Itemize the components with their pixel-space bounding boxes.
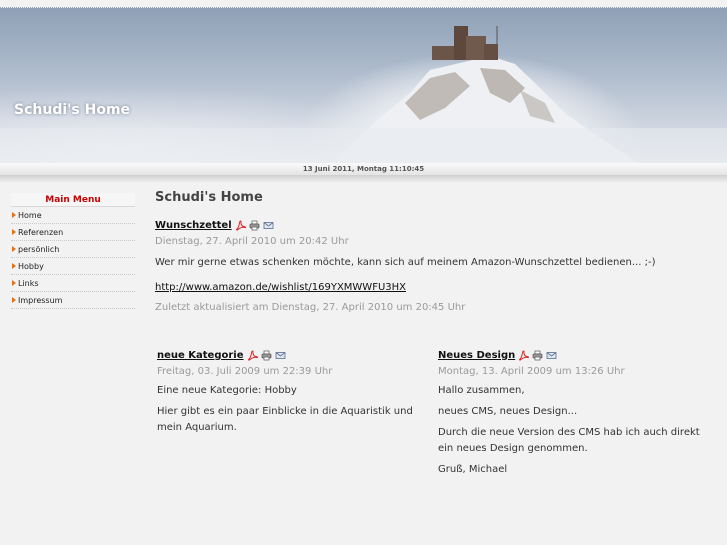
article-date: Dienstag, 27. April 2010 um 20:42 Uhr [155, 236, 349, 247]
pdf-icon[interactable] [518, 349, 530, 361]
article-text: Wer mir gerne etwas schenken möchte, kan… [155, 257, 656, 268]
page-title: Schudi's Home [155, 190, 263, 205]
date-bar: 13 Juni 2011, Montag 11:10:45 [0, 163, 727, 175]
sidebar-item-links[interactable]: Links [11, 275, 135, 292]
main-menu: Main Menu Home Referenzen persönlich Hob… [11, 193, 135, 309]
menu-title: Main Menu [11, 193, 135, 207]
article-link-row: http://www.amazon.de/wishlist/169YXMWWFU… [155, 275, 715, 294]
sidebar-item-label: Referenzen [18, 227, 64, 237]
pdf-icon[interactable] [247, 349, 258, 361]
pdf-icon[interactable] [235, 219, 246, 231]
article-title-link[interactable]: neue Kategorie [157, 350, 244, 361]
article-header: Wunschzettel [155, 218, 715, 232]
article-text: Gruß, Michael [438, 464, 508, 475]
article-text: neues CMS, neues Design... [438, 406, 578, 417]
arrow-icon [12, 263, 16, 269]
email-icon[interactable] [546, 350, 557, 361]
sidebar-item-label: Home [18, 210, 42, 220]
article-text: mein Aquarium. [157, 422, 237, 433]
print-icon[interactable] [249, 220, 260, 231]
site-title: Schudi's Home [14, 102, 131, 118]
sidebar-item-impressum[interactable]: Impressum [11, 292, 135, 309]
sidebar-item-label: Links [18, 278, 39, 288]
arrow-icon [12, 280, 16, 286]
featured-article: Wunschzettel Dienstag, 27. April 2010 um… [155, 218, 715, 314]
article-title-link[interactable]: Neues Design [438, 350, 515, 361]
article-header: neue Kategorie [157, 348, 427, 362]
email-icon[interactable] [263, 220, 274, 231]
article-date: Freitag, 03. Juli 2009 um 22:39 Uhr [157, 366, 333, 377]
arrow-icon [12, 229, 16, 235]
sidebar-item-persoenlich[interactable]: persönlich [11, 241, 135, 258]
email-icon[interactable] [275, 350, 286, 361]
article-title-link[interactable]: Wunschzettel [155, 220, 232, 231]
arrow-icon [12, 297, 16, 303]
sidebar-item-label: persönlich [18, 244, 60, 254]
article-neues-design: Neues Design Montag, 13. April 2009 um 1… [438, 348, 713, 478]
mountain-castle-image [0, 26, 727, 163]
wishlist-link[interactable]: http://www.amazon.de/wishlist/169YXMWWFU… [155, 282, 406, 293]
sidebar-item-hobby[interactable]: Hobby [11, 258, 135, 275]
print-icon[interactable] [261, 350, 272, 361]
arrow-icon [12, 246, 16, 252]
article-text: ein neues Design genommen. [438, 443, 588, 454]
divider [0, 175, 727, 183]
article-header: Neues Design [438, 348, 713, 362]
article-text: Hallo zusammen, [438, 385, 525, 396]
sidebar-item-home[interactable]: Home [11, 207, 135, 224]
article-text: Durch die neue Version des CMS hab ich a… [438, 427, 700, 438]
article-neue-kategorie: neue Kategorie Freitag, 03. Juli 2009 um… [157, 348, 427, 436]
article-updated: Zuletzt aktualisiert am Dienstag, 27. Ap… [155, 302, 466, 313]
sidebar-item-label: Impressum [18, 295, 63, 305]
article-text: Eine neue Kategorie: Hobby [157, 385, 297, 396]
header-banner: Schudi's Home [0, 7, 727, 163]
main-content: Schudi's Home Wunschzettel Dienstag, 27.… [155, 190, 715, 475]
article-text: Hier gibt es ein paar Einblicke in die A… [157, 406, 413, 417]
sidebar-item-label: Hobby [18, 261, 44, 271]
arrow-icon [12, 212, 16, 218]
print-icon[interactable] [532, 350, 543, 361]
sidebar-item-referenzen[interactable]: Referenzen [11, 224, 135, 241]
article-date: Montag, 13. April 2009 um 13:26 Uhr [438, 366, 625, 377]
